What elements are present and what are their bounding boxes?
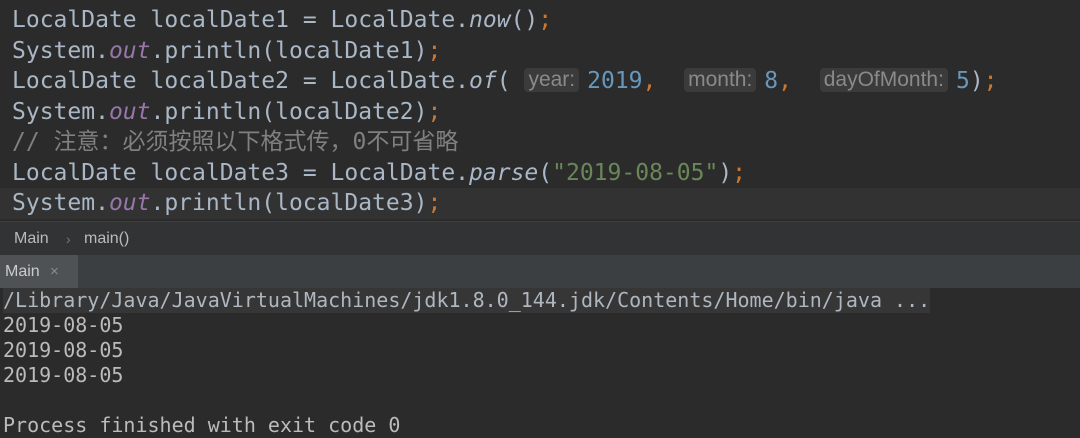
code-line-3[interactable]: LocalDate localDate2 = LocalDate.of( yea… xyxy=(12,66,998,96)
breadcrumb: Main › main() xyxy=(0,221,1080,256)
close-icon[interactable]: × xyxy=(50,255,59,288)
run-console[interactable]: /Library/Java/JavaVirtualMachines/jdk1.8… xyxy=(0,288,1080,437)
console-output-line: 2019-08-05 xyxy=(3,313,124,337)
method-name: now xyxy=(469,7,511,33)
method-name: parse xyxy=(469,160,539,186)
code-line-7[interactable]: System.out.println(localDate3); xyxy=(12,188,441,218)
type-name: LocalDate xyxy=(12,7,137,33)
code-line-6[interactable]: LocalDate localDate3 = LocalDate.parse("… xyxy=(12,158,746,188)
code-line-1[interactable]: LocalDate localDate1 = LocalDate.now(); xyxy=(12,5,552,35)
breadcrumb-chevron-icon: › xyxy=(66,231,71,247)
paren-close: ) xyxy=(969,68,984,94)
console-exit-message: Process finished with exit code 0 xyxy=(3,413,401,437)
operator: = xyxy=(302,160,317,186)
type-name: LocalDate xyxy=(12,160,137,186)
code-editor[interactable]: LocalDate localDate1 = LocalDate.now(); … xyxy=(0,0,1080,221)
code-line-2[interactable]: System.out.println(localDate1); xyxy=(12,36,441,66)
breadcrumb-method[interactable]: main() xyxy=(84,222,129,256)
class-ref: System. xyxy=(12,190,109,216)
code-line-5-comment[interactable]: // 注意：必须按照以下格式传，0不可省略 xyxy=(12,127,458,157)
class-ref: LocalDate. xyxy=(330,7,470,33)
number-literal: 2019 xyxy=(587,68,643,94)
comment-text: // 注意：必须按照以下格式传，0不可省略 xyxy=(12,129,459,155)
parameter-hint-day: dayOfMonth: xyxy=(819,68,948,92)
comma: , xyxy=(778,68,793,94)
variable-name: localDate1 xyxy=(150,7,289,33)
method-call: .println(localDate2) xyxy=(150,99,428,125)
variable-name: localDate3 xyxy=(150,160,289,186)
class-ref: LocalDate. xyxy=(330,160,470,186)
run-tool-window-tabs: Main × xyxy=(0,255,1080,288)
operator: = xyxy=(302,68,317,94)
method-call: .println(localDate1) xyxy=(150,38,428,64)
run-tab-main[interactable]: Main × xyxy=(0,255,78,288)
code-line-4[interactable]: System.out.println(localDate2); xyxy=(12,97,441,127)
class-ref: LocalDate. xyxy=(330,68,470,94)
static-field: out xyxy=(108,190,151,216)
method-name: of xyxy=(469,68,497,94)
semicolon: ; xyxy=(427,38,442,64)
parameter-hint-month: month: xyxy=(684,68,757,92)
console-output-line: 2019-08-05 xyxy=(3,363,124,387)
comma: , xyxy=(642,68,657,94)
console-output-line: 2019-08-05 xyxy=(3,338,124,362)
semicolon: ; xyxy=(427,190,442,216)
args: () xyxy=(510,7,539,33)
paren-open: ( xyxy=(496,68,511,94)
semicolon: ; xyxy=(427,99,442,125)
class-ref: System. xyxy=(12,99,109,125)
number-literal: 5 xyxy=(955,68,970,94)
static-field: out xyxy=(108,38,151,64)
operator: = xyxy=(302,7,317,33)
paren-close: ) xyxy=(718,160,733,186)
number-literal: 8 xyxy=(764,68,779,94)
breadcrumb-class[interactable]: Main xyxy=(14,222,49,256)
variable-name: localDate2 xyxy=(150,68,289,94)
method-call: .println(localDate3) xyxy=(150,190,428,216)
semicolon: ; xyxy=(983,68,998,94)
static-field: out xyxy=(108,99,151,125)
class-ref: System. xyxy=(12,38,109,64)
string-literal: "2019-08-05" xyxy=(552,160,719,186)
paren-open: ( xyxy=(538,160,553,186)
run-tab-label: Main xyxy=(5,263,40,280)
type-name: LocalDate xyxy=(12,68,137,94)
semicolon: ; xyxy=(732,160,747,186)
parameter-hint-year: year: xyxy=(524,68,580,92)
semicolon: ; xyxy=(538,7,553,33)
console-command-line[interactable]: /Library/Java/JavaVirtualMachines/jdk1.8… xyxy=(3,288,931,313)
